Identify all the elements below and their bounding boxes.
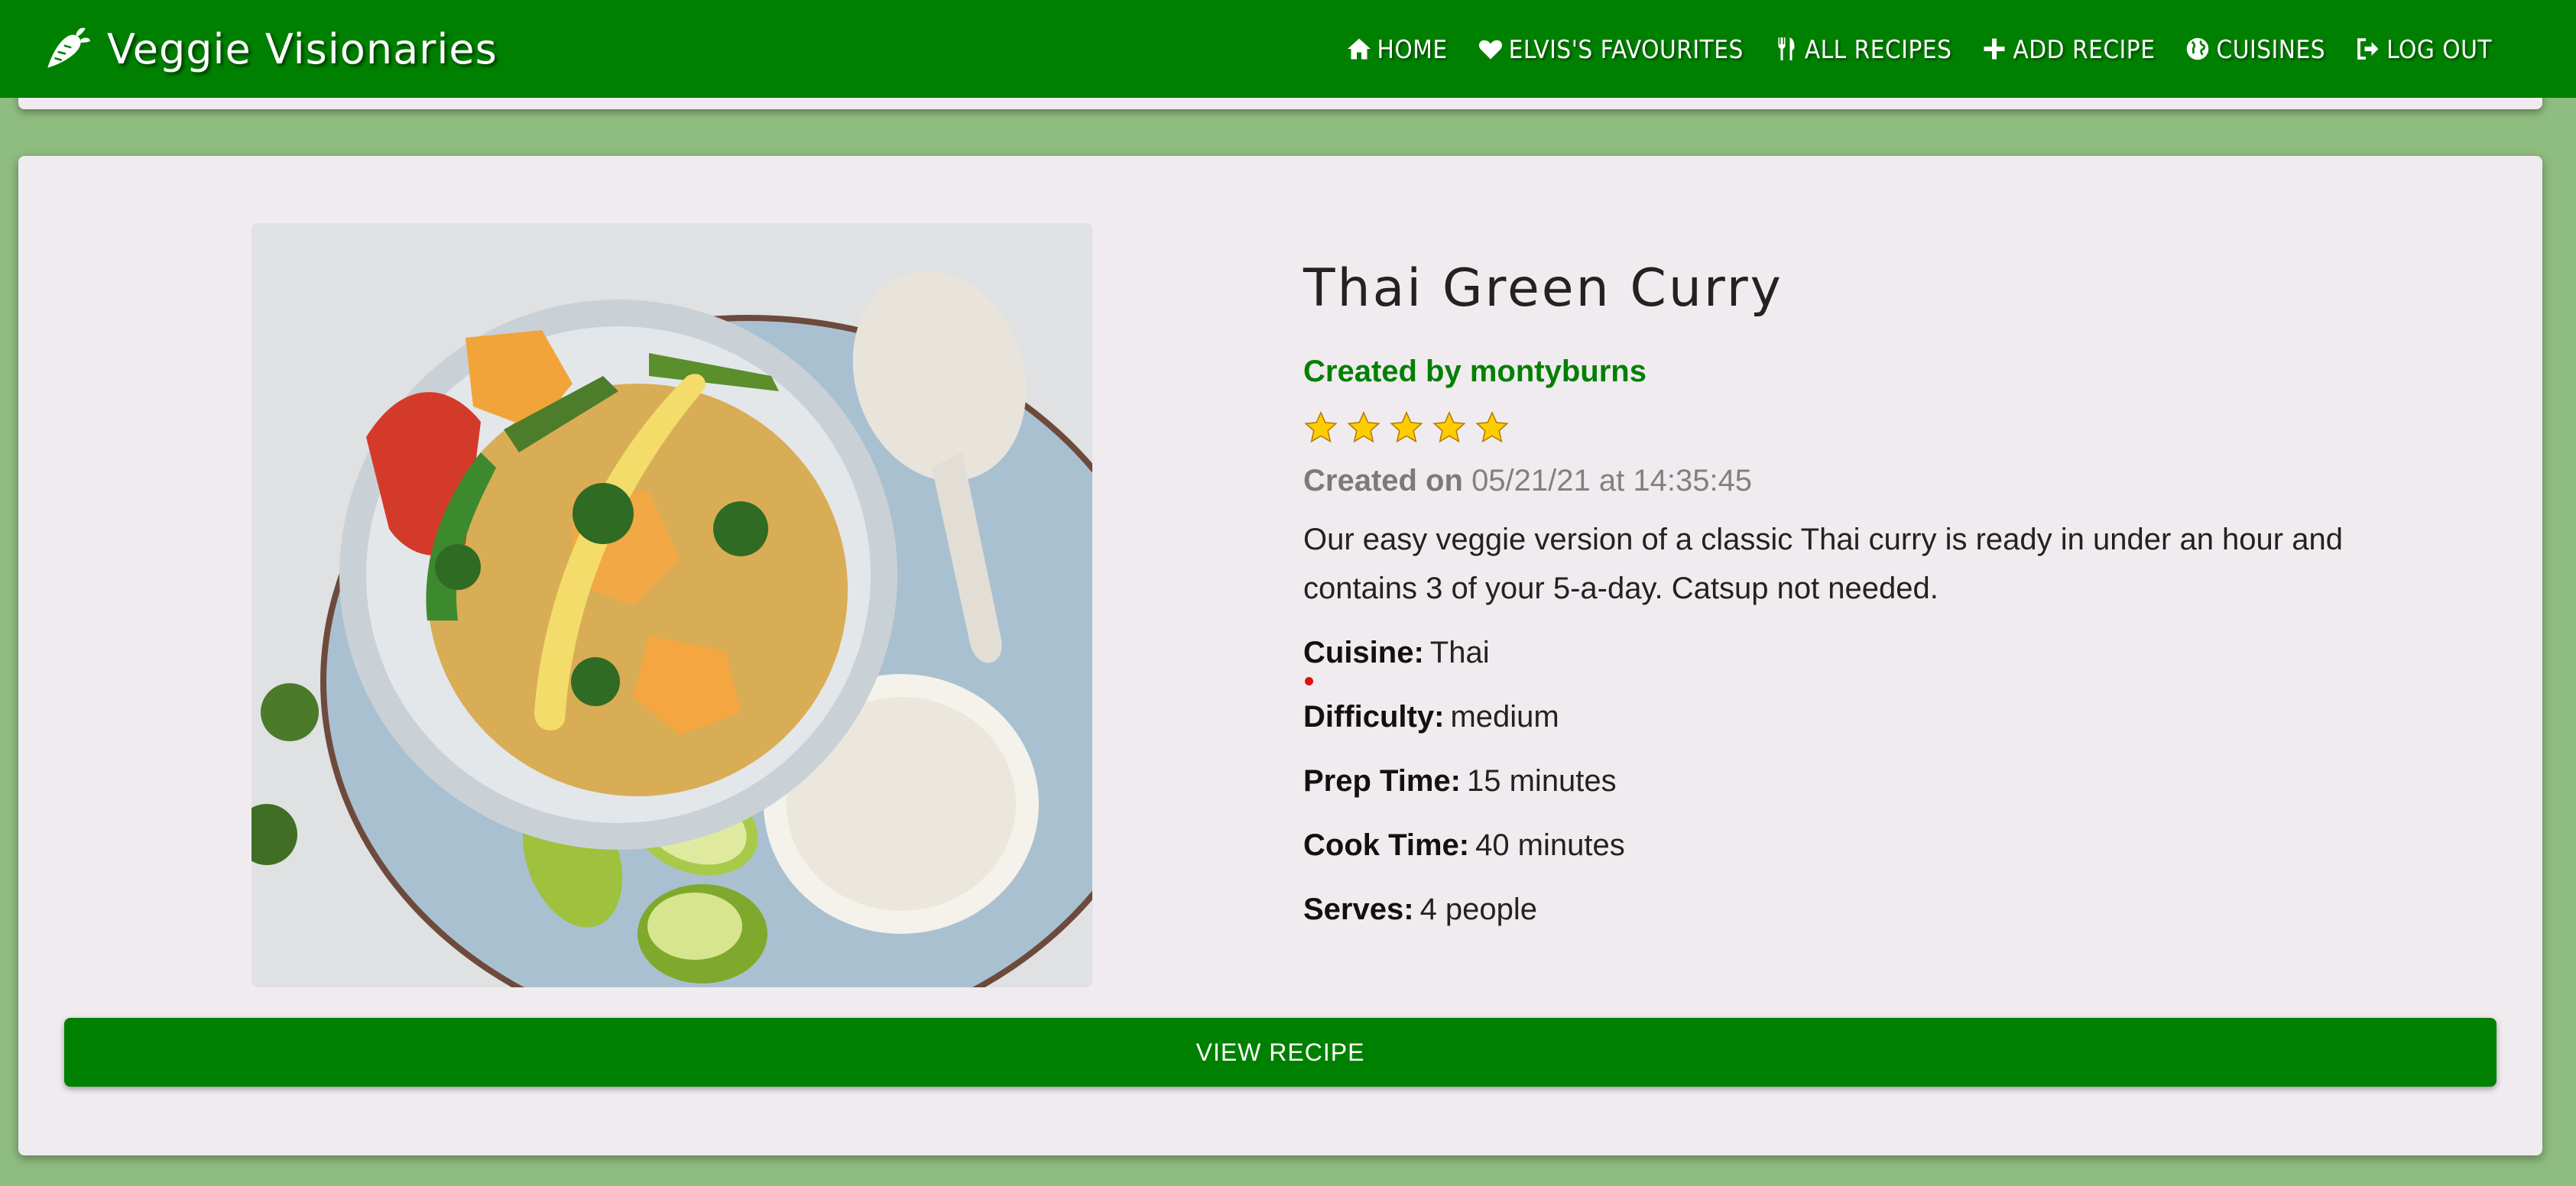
nav-add-recipe-label: ADD RECIPE (2013, 34, 2156, 64)
created-date: Created on 05/21/21 at 14:35:45 (1303, 464, 2450, 498)
navbar: Veggie Visionaries HOME ELVIS'S FAVOURIT… (0, 0, 2576, 98)
difficulty-field: Difficulty: medium (1303, 692, 2450, 741)
created-value: 05/21/21 at 14:35:45 (1471, 464, 1753, 497)
difficulty-label: Difficulty: (1303, 700, 1445, 734)
curry-photo-illustration (251, 223, 1092, 987)
nav-favourites[interactable]: ELVIS'S FAVOURITES (1477, 34, 1744, 64)
prep-time-value: 15 minutes (1467, 764, 1617, 798)
serves-label: Serves: (1303, 893, 1414, 926)
nav-logout[interactable]: LOG OUT (2354, 34, 2492, 64)
nav-home-label: HOME (1377, 34, 1448, 64)
logout-icon (2357, 38, 2379, 60)
cuisine-value: Thai (1429, 636, 1490, 669)
brand-name: Veggie Visionaries (107, 24, 498, 73)
nav-cuisines[interactable]: CUISINES (2184, 34, 2325, 64)
serves-field: Serves: 4 people (1303, 885, 2450, 934)
nav-favourites-label: ELVIS'S FAVOURITES (1508, 34, 1744, 64)
home-icon (1347, 38, 1371, 60)
recipe-details: Thai Green Curry Created by montyburns C… (1303, 263, 2450, 934)
cook-time-label: Cook Time: (1303, 828, 1470, 862)
brand-link[interactable]: Veggie Visionaries (41, 24, 498, 74)
prep-time-label: Prep Time: (1303, 764, 1461, 798)
serves-value: 4 people (1419, 893, 1538, 926)
star-icon (1347, 410, 1380, 443)
star-icon (1304, 410, 1338, 443)
nav-menu: HOME ELVIS'S FAVOURITES ALL RECIPES ADD … (1345, 34, 2535, 64)
view-recipe-button[interactable]: VIEW RECIPE (64, 1018, 2497, 1087)
nav-home[interactable]: HOME (1345, 34, 1448, 64)
recipe-image (251, 223, 1092, 987)
cursor-marker (1305, 677, 1313, 685)
cook-time-value: 40 minutes (1475, 828, 1625, 862)
star-icon (1390, 410, 1423, 443)
recipe-creator: Created by montyburns (1303, 355, 1646, 388)
globe-icon (2187, 37, 2209, 60)
heart-icon (1478, 40, 1502, 60)
cuisine-label: Cuisine: (1303, 636, 1424, 669)
nav-add-recipe[interactable]: ADD RECIPE (1981, 34, 2155, 64)
nav-logout-label: LOG OUT (2386, 34, 2492, 64)
created-label: Created on (1303, 464, 1463, 497)
recipe-description: Our easy veggie version of a classic Tha… (1303, 523, 2343, 605)
star-icon (1475, 410, 1509, 443)
cutlery-icon (1778, 37, 1795, 60)
nav-cuisines-label: CUISINES (2216, 34, 2326, 64)
cuisine-field: Cuisine: Thai (1303, 628, 2450, 685)
cook-time-field: Cook Time: 40 minutes (1303, 821, 2450, 870)
plus-icon (1984, 38, 2005, 60)
prep-time-field: Prep Time: 15 minutes (1303, 757, 2450, 805)
star-icon (1432, 410, 1466, 443)
difficulty-value: medium (1450, 700, 1559, 734)
recipe-title: Thai Green Curry (1303, 258, 1783, 319)
nav-all-recipes-label: ALL RECIPES (1804, 34, 1952, 64)
recipe-card: Thai Green Curry Created by montyburns C… (18, 156, 2542, 1155)
nav-all-recipes[interactable]: ALL RECIPES (1773, 34, 1952, 64)
rating-stars (1303, 410, 2450, 446)
carrot-icon (47, 28, 90, 68)
